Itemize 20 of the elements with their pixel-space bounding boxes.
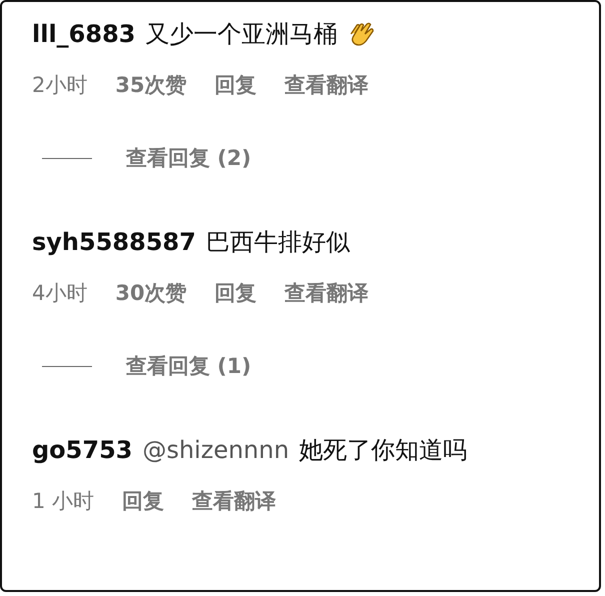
view-replies-link[interactable]: 查看回复 (1): [126, 352, 252, 380]
username[interactable]: lll_6883: [32, 20, 136, 48]
reply-link[interactable]: 回复: [122, 487, 164, 515]
reply-link[interactable]: 回复: [214, 279, 257, 307]
comment-time: 4小时: [32, 280, 88, 307]
comment-time: 2小时: [32, 72, 88, 99]
like-count: 30次赞: [115, 280, 187, 307]
like-count: 35次赞: [115, 72, 187, 99]
translate-link[interactable]: 查看翻译: [284, 279, 369, 307]
comment-text: 巴西牛排好似: [206, 227, 350, 258]
translate-link[interactable]: 查看翻译: [284, 71, 369, 99]
comment-text: 又少一个亚洲马桶: [145, 19, 338, 50]
comment-text: 她死了你知道吗: [299, 435, 468, 466]
comment-time: 1 小时: [32, 488, 94, 515]
username[interactable]: go5753: [32, 436, 132, 464]
mention-link[interactable]: @shizennnn: [142, 436, 290, 464]
view-replies-link[interactable]: 查看回复 (2): [126, 144, 252, 172]
reply-link[interactable]: 回复: [214, 71, 257, 99]
translate-link[interactable]: 查看翻译: [192, 487, 276, 515]
username[interactable]: syh5588587: [32, 228, 196, 256]
